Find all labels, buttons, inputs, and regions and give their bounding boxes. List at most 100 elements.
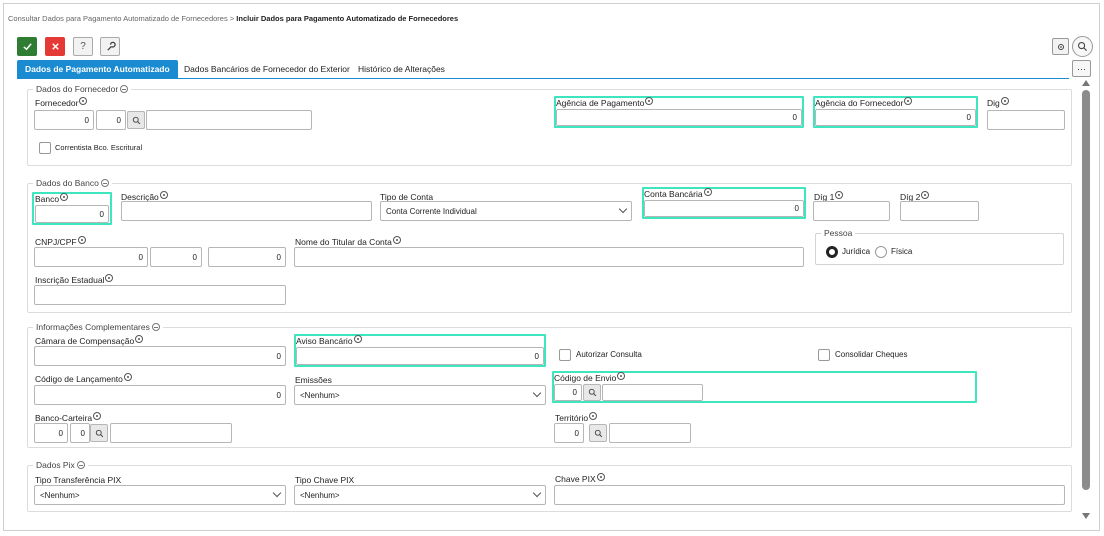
autorizar-checkbox[interactable] — [559, 349, 571, 361]
banco-input[interactable]: 0 — [35, 205, 109, 223]
chevron-down-icon — [532, 488, 542, 498]
chevron-down-icon — [532, 388, 542, 398]
label-dig: Dig — [987, 97, 1009, 108]
gear-icon — [1057, 43, 1064, 50]
label-codigo-lancamento: Código de Lançamento — [35, 373, 132, 384]
legend-pessoa: Pessoa — [821, 228, 856, 238]
dig1-input[interactable] — [813, 201, 890, 221]
dig2-input[interactable] — [900, 201, 979, 221]
label-fornecedor: Fornecedor — [35, 97, 88, 108]
inscricao-input[interactable] — [34, 285, 286, 305]
codigo-envio-name-input[interactable] — [602, 384, 703, 401]
tipo-conta-value: Conta Corrente Individual — [386, 206, 477, 216]
more-button[interactable]: ··· — [1072, 60, 1091, 77]
descricao-input[interactable] — [121, 201, 372, 221]
tipo-transferencia-select[interactable]: <Nenhum> — [34, 485, 286, 505]
collapse-icon[interactable] — [76, 461, 85, 469]
search-icon — [95, 429, 103, 437]
scroll-up-arrow[interactable] — [1082, 80, 1090, 86]
collapse-icon[interactable] — [120, 85, 129, 93]
cnpj-part2-input[interactable]: 0 — [150, 247, 202, 267]
fornecedor-code1-input[interactable]: 0 — [34, 110, 94, 130]
scroll-down-arrow[interactable] — [1082, 513, 1090, 519]
label-cnpj: CNPJ/CPF — [35, 236, 86, 247]
info-icon — [135, 335, 144, 343]
info-icon — [1000, 97, 1009, 105]
info-icon — [123, 373, 132, 381]
label-conta-bancaria: Conta Bancária — [644, 188, 712, 199]
info-icon — [353, 335, 362, 343]
search-icon — [132, 116, 140, 124]
collapse-icon[interactable] — [151, 323, 160, 331]
chevron-down-icon — [272, 488, 282, 498]
tipo-conta-select[interactable]: Conta Corrente Individual — [380, 201, 632, 221]
banco-carteira-1-input[interactable]: 0 — [34, 423, 68, 443]
label-codigo-envio: Código de Envio — [554, 372, 626, 383]
tab-historico[interactable]: Histórico de Alterações — [350, 60, 453, 78]
camara-input[interactable]: 0 — [34, 346, 286, 366]
legend-banco: Dados do Banco — [33, 178, 112, 188]
search-icon — [594, 429, 602, 437]
pessoa-juridica-label: Jurídica — [842, 247, 871, 256]
wrench-icon — [106, 41, 116, 51]
legend-fornecedor: Dados do Fornecedor — [33, 84, 132, 94]
consolidar-checkbox[interactable] — [818, 349, 830, 361]
dig-input[interactable] — [987, 110, 1065, 130]
agencia-pagamento-input[interactable]: 0 — [556, 109, 802, 126]
search-button[interactable] — [1072, 36, 1093, 57]
codigo-envio-lookup-button[interactable] — [583, 384, 601, 401]
label-tipo-chave: Tipo Chave PIX — [295, 475, 355, 485]
fornecedor-lookup-button[interactable] — [127, 111, 145, 129]
tools-button[interactable] — [100, 37, 120, 56]
cnpj-part3-input[interactable]: 0 — [208, 247, 286, 267]
help-button[interactable]: ? — [73, 37, 93, 56]
agencia-fornecedor-input[interactable]: 0 — [815, 109, 976, 126]
chevron-down-icon — [618, 204, 628, 214]
info-icon — [589, 412, 598, 420]
banco-carteira-lookup-button[interactable] — [90, 424, 108, 442]
tab-dados-pagamento[interactable]: Dados de Pagamento Automatizado — [17, 60, 178, 78]
territorio-input[interactable]: 0 — [554, 423, 584, 443]
aviso-bancario-input[interactable]: 0 — [296, 347, 544, 365]
codigo-envio-input[interactable]: 0 — [554, 384, 582, 401]
cnpj-part1-input[interactable]: 0 — [34, 247, 148, 267]
scrollbar-thumb[interactable] — [1082, 90, 1090, 490]
cancel-button[interactable] — [45, 37, 65, 56]
pessoa-fisica-radio[interactable] — [875, 246, 887, 258]
pessoa-fisica-label: Física — [891, 247, 913, 256]
fornecedor-name-input[interactable] — [146, 110, 312, 130]
banco-carteira-name-input[interactable] — [110, 423, 232, 443]
settings-button[interactable] — [1052, 38, 1069, 55]
confirm-button[interactable] — [17, 37, 37, 56]
breadcrumb-current: Incluir Dados para Pagamento Automatizad… — [236, 14, 459, 23]
legend-complementares: Informações Complementares — [33, 322, 163, 332]
territorio-lookup-button[interactable] — [589, 424, 607, 442]
info-icon — [921, 191, 930, 199]
correntista-label: Correntista Bco. Escritural — [55, 143, 143, 152]
label-agencia-fornecedor: Agência do Fornecedor — [815, 97, 913, 108]
tab-dados-bancarios-exterior[interactable]: Dados Bancários de Fornecedor do Exterio… — [176, 60, 358, 78]
fornecedor-code2-input[interactable]: 0 — [96, 110, 126, 130]
breadcrumb-separator: > — [229, 14, 235, 23]
info-icon — [904, 97, 913, 105]
info-icon — [596, 473, 605, 481]
label-emissoes: Emissões — [295, 375, 332, 385]
info-icon — [93, 412, 102, 420]
emissoes-select[interactable]: <Nenhum> — [294, 385, 546, 405]
label-camara: Câmara de Compensação — [35, 335, 144, 346]
conta-bancaria-input[interactable]: 0 — [644, 200, 804, 217]
consolidar-label: Consolidar Cheques — [835, 350, 908, 359]
tipo-chave-select[interactable]: <Nenhum> — [294, 485, 546, 505]
label-chave-pix: Chave PIX — [555, 473, 605, 484]
territorio-name-input[interactable] — [609, 423, 691, 443]
breadcrumb-parent[interactable]: Consultar Dados para Pagamento Automatiz… — [8, 14, 228, 23]
label-tipo-transferencia: Tipo Transferência PIX — [35, 475, 122, 485]
codigo-lancamento-input[interactable]: 0 — [34, 385, 286, 405]
collapse-icon[interactable] — [100, 179, 109, 187]
correntista-checkbox[interactable] — [39, 142, 51, 154]
pessoa-juridica-radio[interactable] — [826, 246, 838, 258]
titular-input[interactable] — [294, 247, 804, 267]
chave-pix-input[interactable] — [554, 485, 1065, 505]
search-icon — [588, 388, 596, 397]
banco-carteira-2-input[interactable]: 0 — [70, 423, 90, 443]
